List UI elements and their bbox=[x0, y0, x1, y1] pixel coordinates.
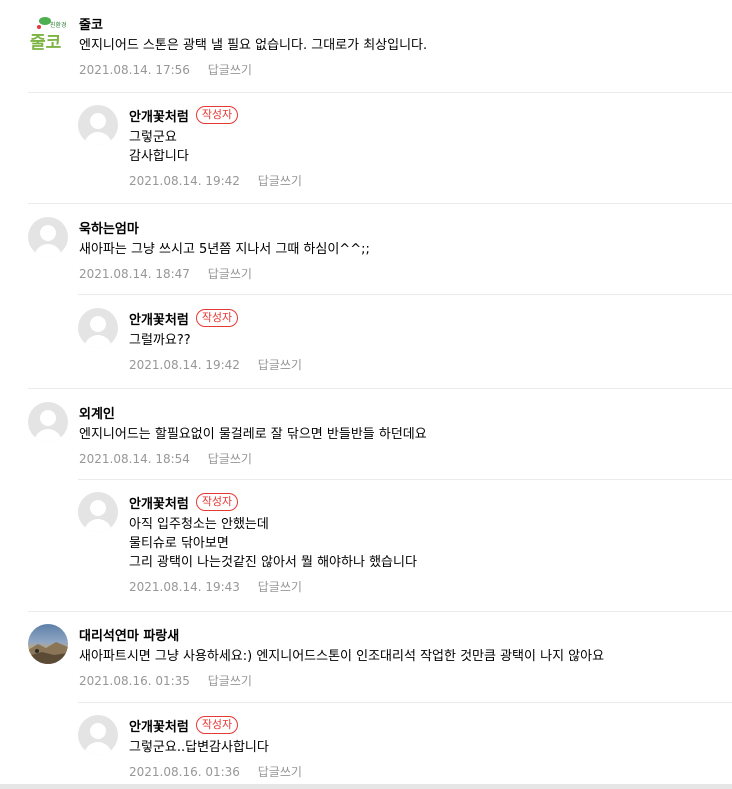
avatar[interactable] bbox=[78, 105, 118, 145]
avatar[interactable] bbox=[28, 402, 68, 442]
comment-body: 욱하는엄마 새아파는 그냥 쓰시고 5년쯤 지나서 그때 하심이^^;; 202… bbox=[79, 217, 732, 282]
author-badge: 작성자 bbox=[195, 716, 239, 734]
reply-button[interactable]: 답글쓰기 bbox=[208, 267, 252, 281]
comment-date: 2021.08.14. 19:42 bbox=[129, 174, 240, 188]
author-badge: 작성자 bbox=[195, 309, 239, 327]
comment-nickname[interactable]: 안개꽃처럼 bbox=[129, 493, 189, 512]
comment-nickname[interactable]: 안개꽃처럼 bbox=[129, 716, 189, 735]
comment-date: 2021.08.16. 01:36 bbox=[129, 765, 240, 779]
divider bbox=[28, 611, 732, 612]
avatar[interactable]: 친환경 줄코 bbox=[28, 13, 68, 53]
logo-text: 줄코 bbox=[30, 33, 62, 53]
comment-nickname[interactable]: 안개꽃처럼 bbox=[129, 309, 189, 328]
avatar[interactable] bbox=[28, 217, 68, 257]
reply-button[interactable]: 답글쓰기 bbox=[258, 174, 302, 188]
avatar[interactable] bbox=[78, 308, 118, 348]
comment-body: 안개꽃처럼 작성자 아직 입주청소는 안했는데 물티슈로 닦아보면 그리 광택이… bbox=[129, 492, 732, 595]
comment-body: 줄코 엔지니어드 스톤은 광택 낼 필요 없습니다. 그대로가 최상입니다. 2… bbox=[79, 13, 732, 78]
comment-nickname[interactable]: 대리석연마 파랑새 bbox=[79, 625, 179, 644]
divider bbox=[28, 388, 732, 389]
julco-logo: 친환경 줄코 bbox=[30, 17, 67, 53]
avatar[interactable] bbox=[28, 624, 68, 664]
comment-nickname[interactable]: 욱하는엄마 bbox=[79, 218, 139, 237]
divider bbox=[78, 294, 732, 295]
logo-small-text: 친환경 bbox=[50, 21, 67, 29]
divider bbox=[28, 92, 732, 93]
comment-text: 새아파는 그냥 쓰시고 5년쯤 지나서 그때 하심이^^;; bbox=[79, 242, 370, 257]
author-badge: 작성자 bbox=[195, 106, 239, 124]
comment-date: 2021.08.14. 18:54 bbox=[79, 452, 190, 466]
comment-text: 그럴까요?? bbox=[129, 333, 191, 348]
reply-button[interactable]: 답글쓰기 bbox=[208, 674, 252, 688]
comment-date: 2021.08.16. 01:35 bbox=[79, 674, 190, 688]
avatar[interactable] bbox=[78, 492, 118, 532]
landscape-photo bbox=[28, 642, 68, 664]
comment-date: 2021.08.14. 19:42 bbox=[129, 358, 240, 372]
comment-body: 안개꽃처럼 작성자 그럴까요?? 2021.08.14. 19:42 답글쓰기 bbox=[129, 308, 732, 373]
comment-body: 안개꽃처럼 작성자 그렇군요..답변감사합니다 2021.08.16. 01:3… bbox=[129, 715, 732, 780]
divider bbox=[78, 702, 732, 703]
comment-nickname[interactable]: 안개꽃처럼 bbox=[129, 106, 189, 125]
divider bbox=[28, 203, 732, 204]
comment-date: 2021.08.14. 17:56 bbox=[79, 63, 190, 77]
reply-button[interactable]: 답글쓰기 bbox=[258, 580, 302, 594]
comment-text: 그렇군요 감사합니다 bbox=[129, 130, 189, 164]
reply-button[interactable]: 답글쓰기 bbox=[258, 765, 302, 779]
comment-body: 외계인 엔지니어드는 할필요없이 물걸레로 잘 닦으면 반들반들 하던데요 20… bbox=[79, 402, 732, 467]
comment-text: 엔지니어드 스톤은 광택 낼 필요 없습니다. 그대로가 최상입니다. bbox=[79, 38, 428, 53]
comment-text: 아직 입주청소는 안했는데 물티슈로 닦아보면 그리 광택이 나는것같진 않아서… bbox=[129, 517, 417, 570]
comment-text: 새아파트시면 그냥 사용하세요:) 엔지니어드스톤이 인조대리석 작업한 것만큼… bbox=[79, 649, 605, 664]
comment-text: 그렇군요..답변감사합니다 bbox=[129, 740, 269, 755]
page-bottom-edge bbox=[0, 784, 732, 789]
comment-date: 2021.08.14. 19:43 bbox=[129, 580, 240, 594]
avatar[interactable] bbox=[78, 715, 118, 755]
divider bbox=[78, 479, 732, 480]
comment-body: 대리석연마 파랑새 새아파트시면 그냥 사용하세요:) 엔지니어드스톤이 인조대… bbox=[79, 624, 732, 689]
reply-button[interactable]: 답글쓰기 bbox=[208, 452, 252, 466]
author-badge: 작성자 bbox=[195, 493, 239, 511]
reply-button[interactable]: 답글쓰기 bbox=[208, 63, 252, 77]
comment-nickname[interactable]: 줄코 bbox=[79, 14, 103, 33]
reply-button[interactable]: 답글쓰기 bbox=[258, 358, 302, 372]
comment-body: 안개꽃처럼 작성자 그렇군요 감사합니다 2021.08.14. 19:42 답… bbox=[129, 105, 732, 189]
comment-date: 2021.08.14. 18:47 bbox=[79, 267, 190, 281]
comment-nickname[interactable]: 외계인 bbox=[79, 403, 115, 422]
comment-text: 엔지니어드는 할필요없이 물걸레로 잘 닦으면 반들반들 하던데요 bbox=[79, 427, 427, 442]
